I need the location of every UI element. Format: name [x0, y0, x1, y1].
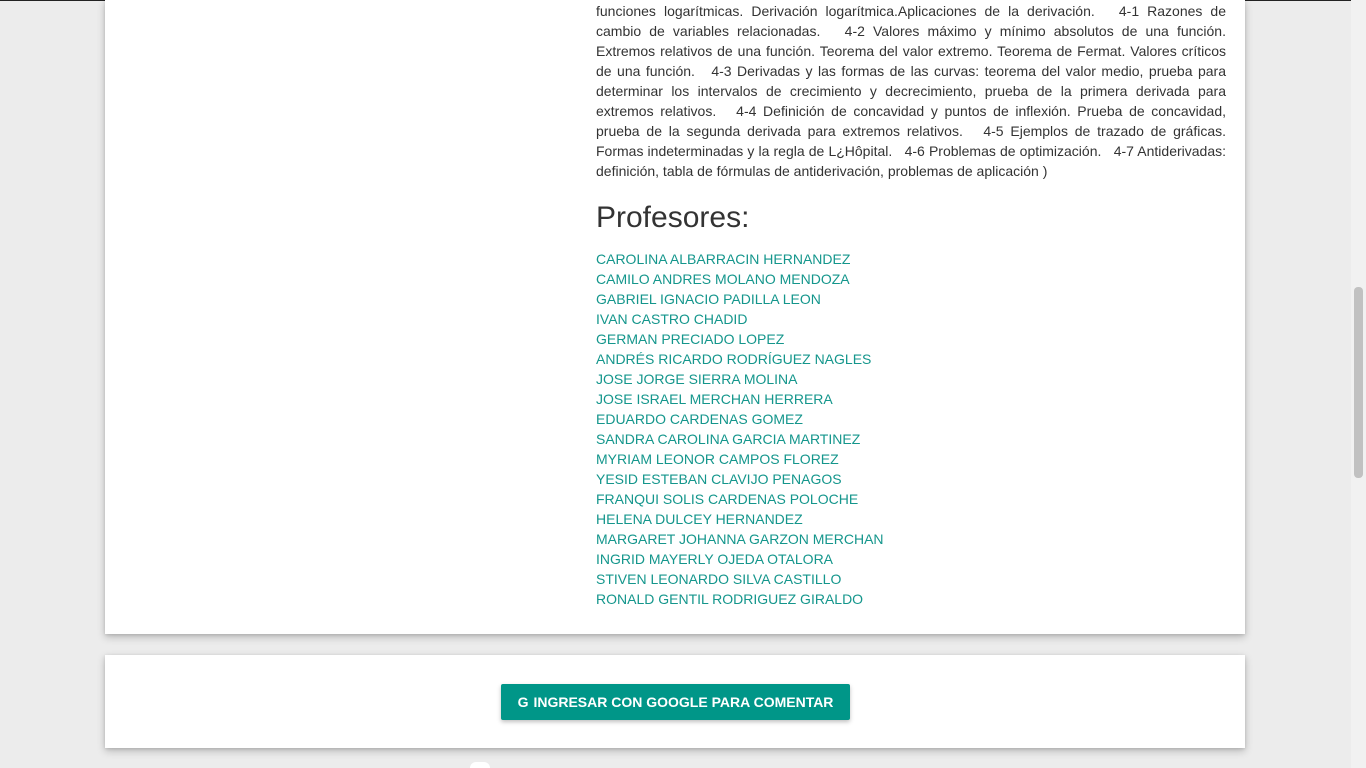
professor-list-item: FRANQUI SOLIS CARDENAS POLOCHE — [596, 489, 1226, 509]
professors-heading: Profesores: — [596, 201, 750, 234]
google-login-button[interactable]: G INGRESAR CON GOOGLE PARA COMENTAR — [501, 684, 850, 720]
professor-link[interactable]: SANDRA CAROLINA GARCIA MARTINEZ — [596, 431, 860, 447]
professor-link[interactable]: CAROLINA ALBARRACIN HERNANDEZ — [596, 251, 850, 267]
professor-list-item: SANDRA CAROLINA GARCIA MARTINEZ — [596, 429, 1226, 449]
page-scrollbar[interactable] — [1351, 0, 1366, 768]
professor-list-item: MARGARET JOHANNA GARZON MERCHAN — [596, 529, 1226, 549]
professor-list-item: YESID ESTEBAN CLAVIJO PENAGOS — [596, 469, 1226, 489]
google-login-button-label: INGRESAR CON GOOGLE PARA COMENTAR — [533, 694, 834, 710]
professor-list-item: JOSE ISRAEL MERCHAN HERRERA — [596, 389, 1226, 409]
professor-list-item: EDUARDO CARDENAS GOMEZ — [596, 409, 1226, 429]
professor-list-item: JOSE JORGE SIERRA MOLINA — [596, 369, 1226, 389]
professor-list-item: GABRIEL IGNACIO PADILLA LEON — [596, 289, 1226, 309]
professor-list-item: GERMAN PRECIADO LOPEZ — [596, 329, 1226, 349]
professor-list-item: IVAN CASTRO CHADID — [596, 309, 1226, 329]
professor-list-item: ANDRÉS RICARDO RODRÍGUEZ NAGLES — [596, 349, 1226, 369]
professor-link[interactable]: GABRIEL IGNACIO PADILLA LEON — [596, 291, 821, 307]
professor-link[interactable]: INGRID MAYERLY OJEDA OTALORA — [596, 551, 833, 567]
professor-list-item: CAROLINA ALBARRACIN HERNANDEZ — [596, 249, 1226, 269]
professor-list-item: INGRID MAYERLY OJEDA OTALORA — [596, 549, 1226, 569]
professor-link[interactable]: YESID ESTEBAN CLAVIJO PENAGOS — [596, 471, 842, 487]
professor-link[interactable]: FRANQUI SOLIS CARDENAS POLOCHE — [596, 491, 858, 507]
next-card-edge — [470, 762, 490, 768]
scrollbar-thumb[interactable] — [1354, 287, 1363, 478]
comments-card: G INGRESAR CON GOOGLE PARA COMENTAR — [105, 655, 1245, 748]
professor-link[interactable]: ANDRÉS RICARDO RODRÍGUEZ NAGLES — [596, 351, 871, 367]
professor-link[interactable]: HELENA DULCEY HERNANDEZ — [596, 511, 803, 527]
professor-link[interactable]: MYRIAM LEONOR CAMPOS FLOREZ — [596, 451, 839, 467]
professor-list-item: STIVEN LEONARDO SILVA CASTILLO — [596, 569, 1226, 589]
professor-list-item: MYRIAM LEONOR CAMPOS FLOREZ — [596, 449, 1226, 469]
course-detail-card: 3-3 Derivación implícita. Derivadas de l… — [105, 0, 1245, 634]
page: 3-3 Derivación implícita. Derivadas de l… — [0, 0, 1366, 768]
professor-link[interactable]: JOSE ISRAEL MERCHAN HERRERA — [596, 391, 833, 407]
professor-link[interactable]: GERMAN PRECIADO LOPEZ — [596, 331, 784, 347]
professor-link[interactable]: RONALD GENTIL RODRIGUEZ GIRALDO — [596, 591, 863, 607]
professor-list: CAROLINA ALBARRACIN HERNANDEZ CAMILO ANDR… — [596, 249, 1226, 609]
course-description: 3-3 Derivación implícita. Derivadas de l… — [596, 3, 1226, 179]
professor-link[interactable]: MARGARET JOHANNA GARZON MERCHAN — [596, 531, 884, 547]
course-content-column: 3-3 Derivación implícita. Derivadas de l… — [596, 0, 1226, 609]
professor-link[interactable]: CAMILO ANDRES MOLANO MENDOZA — [596, 271, 850, 287]
professor-link[interactable]: STIVEN LEONARDO SILVA CASTILLO — [596, 571, 841, 587]
professor-link[interactable]: JOSE JORGE SIERRA MOLINA — [596, 371, 798, 387]
professor-link[interactable]: IVAN CASTRO CHADID — [596, 311, 747, 327]
professor-link[interactable]: EDUARDO CARDENAS GOMEZ — [596, 411, 803, 427]
professor-list-item: RONALD GENTIL RODRIGUEZ GIRALDO — [596, 589, 1226, 609]
professor-list-item: HELENA DULCEY HERNANDEZ — [596, 509, 1226, 529]
google-icon: G — [517, 694, 529, 710]
professor-list-item: CAMILO ANDRES MOLANO MENDOZA — [596, 269, 1226, 289]
